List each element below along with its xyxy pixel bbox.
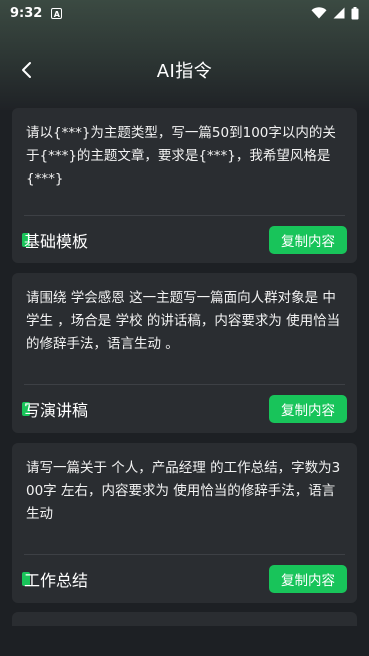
copy-button[interactable]: 复制内容 — [269, 565, 347, 593]
prompt-card: 请以{***}为主题类型，写一篇50到100字以内的关于{***}的主题文章，要… — [12, 108, 357, 263]
prompt-label: 工作总结 — [22, 567, 89, 591]
notification-icon: A — [51, 7, 63, 19]
card-footer: 基础模板 复制内容 — [22, 225, 347, 255]
copy-button[interactable]: 复制内容 — [269, 226, 347, 254]
prompt-text: 请写一篇关于 个人，产品经理 的工作总结，字数为300字 左右，内容要求为 使用… — [26, 460, 341, 522]
prompt-list: 请以{***}为主题类型，写一篇50到100字以内的关于{***}的主题文章，要… — [12, 108, 357, 613]
app-header: AI指令 — [0, 48, 369, 92]
prompt-text: 请围绕 学会感恩 这一主题写一篇面向人群对象是 中学生 ，场合是 学校 的讲话稿… — [26, 290, 341, 352]
status-icons — [311, 6, 359, 20]
wifi-icon — [311, 7, 327, 19]
prompt-text: 请以{***}为主题类型，写一篇50到100字以内的关于{***}的主题文章，要… — [26, 125, 336, 187]
prompt-label-text: 工作总结 — [24, 571, 89, 590]
status-time: 9:32 — [10, 5, 43, 21]
prompt-card: 请写一篇关于 个人，产品经理 的工作总结，字数为300字 左右，内容要求为 使用… — [12, 443, 357, 603]
signal-icon — [333, 7, 345, 19]
prompt-label-text: 写演讲稿 — [24, 401, 89, 420]
page-title: AI指令 — [156, 61, 213, 82]
prompt-card-partial — [12, 612, 357, 626]
status-bar: 9:32 A — [0, 0, 369, 26]
card-divider — [24, 554, 345, 555]
prompt-card: 请围绕 学会感恩 这一主题写一篇面向人群对象是 中学生 ，场合是 学校 的讲话稿… — [12, 273, 357, 433]
card-footer: 工作总结 复制内容 — [22, 564, 347, 594]
copy-button[interactable]: 复制内容 — [269, 395, 347, 423]
prompt-label: 写演讲稿 — [22, 397, 89, 421]
prompt-label: 基础模板 — [22, 228, 89, 252]
prompt-label-text: 基础模板 — [24, 232, 89, 251]
card-divider — [24, 384, 345, 385]
card-divider — [24, 215, 345, 216]
battery-icon — [351, 6, 359, 19]
card-footer: 写演讲稿 复制内容 — [22, 394, 347, 424]
